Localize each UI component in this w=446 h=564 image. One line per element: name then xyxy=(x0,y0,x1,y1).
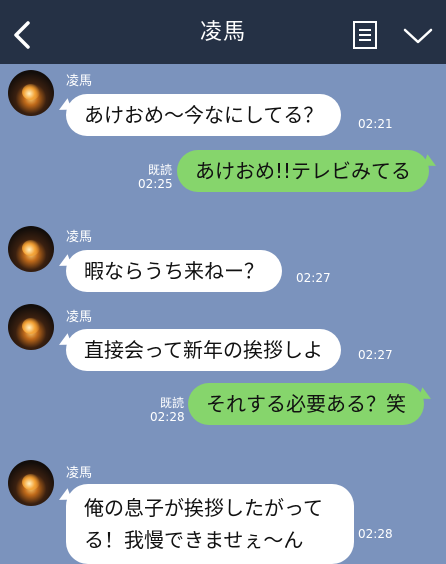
avatar[interactable] xyxy=(8,304,54,350)
message-time: 02:25 xyxy=(138,177,173,191)
sender-name: 凌馬 xyxy=(66,310,93,325)
chat-title: 凌馬 xyxy=(199,20,246,45)
read-receipt: 既読 02:28 xyxy=(150,396,185,424)
sender-name: 凌馬 xyxy=(66,230,93,245)
message-time: 02:21 xyxy=(358,117,393,131)
avatar[interactable] xyxy=(8,70,54,116)
avatar[interactable] xyxy=(8,226,54,272)
read-label: 既読 xyxy=(159,396,184,410)
sender-name: 凌馬 xyxy=(66,74,93,89)
message-time: 02:28 xyxy=(358,527,393,541)
notes-icon[interactable] xyxy=(352,20,378,50)
message-line: 俺の息子が挨拶したがって xyxy=(84,496,323,520)
message-bubble-outgoing[interactable]: あけおめ!!テレビみてる xyxy=(177,150,430,192)
message-bubble-outgoing[interactable]: それする必要ある？笑 xyxy=(188,383,424,425)
message-time: 02:27 xyxy=(358,348,393,362)
chat-header: 凌馬 xyxy=(0,0,446,64)
chevron-down-icon[interactable] xyxy=(402,26,434,46)
avatar[interactable] xyxy=(8,460,54,506)
message-bubble-incoming[interactable]: あけおめ〜今なにしてる？ xyxy=(66,94,342,136)
message-line: る！我慢できませぇ〜ん xyxy=(84,528,304,552)
read-receipt: 既読 02:25 xyxy=(138,163,173,191)
message-bubble-incoming[interactable]: 暇ならうち来ねー？ xyxy=(66,250,282,292)
read-label: 既読 xyxy=(147,163,172,177)
message-time: 02:27 xyxy=(296,271,331,285)
message-bubble-incoming[interactable]: 俺の息子が挨拶したがって る！我慢できませぇ〜ん xyxy=(66,484,354,564)
sender-name: 凌馬 xyxy=(66,466,93,481)
message-time: 02:28 xyxy=(150,410,185,424)
message-bubble-incoming[interactable]: 直接会って新年の挨拶しよ xyxy=(66,329,341,371)
